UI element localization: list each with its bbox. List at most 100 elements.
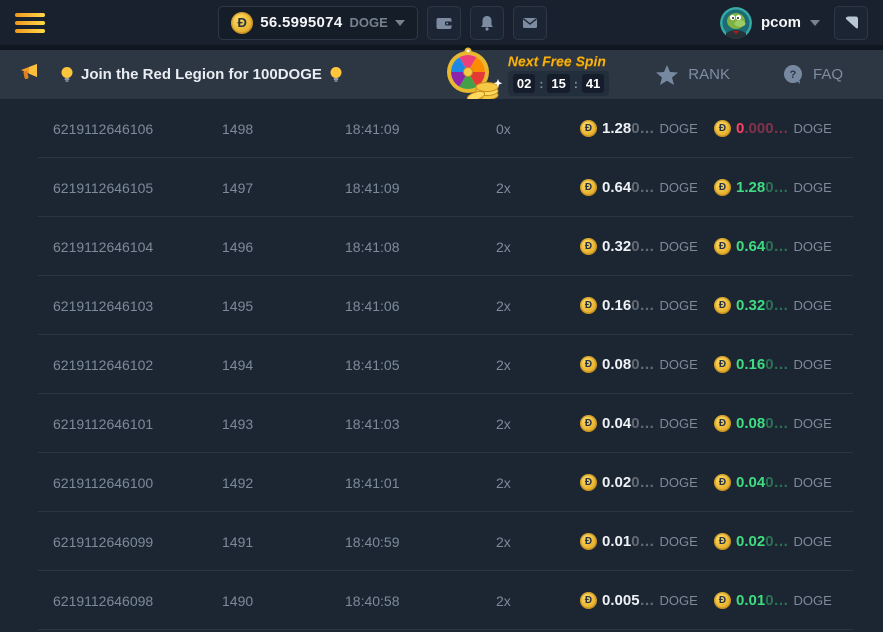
bet-id: 6219112646098: [53, 593, 222, 609]
bet-time: 18:41:09: [345, 180, 496, 196]
bet-row[interactable]: 6219112646106 1498 18:41:09 0x Ð 1.280… …: [0, 99, 883, 158]
balance-group: Ð 56.5995074 DOGE: [218, 6, 547, 40]
bet-amount-value: 0.32: [602, 238, 631, 255]
bet-time: 18:41:08: [345, 239, 496, 255]
wallet-icon: [435, 14, 453, 32]
bet-amount-value: 1.28: [602, 120, 631, 137]
chat-toggle-button[interactable]: [834, 6, 868, 40]
bet-id: 6219112646102: [53, 357, 222, 373]
bet-amount: Ð 0.080… DOGE: [580, 356, 714, 373]
prize-wheel-icon: [440, 45, 506, 104]
next-free-spin-label: Next Free Spin: [508, 53, 606, 69]
countdown-seconds: 41: [582, 74, 604, 93]
announcement-link[interactable]: Join the Red Legion for 100DOGE: [60, 66, 343, 84]
doge-coin-icon: Ð: [714, 415, 731, 432]
bet-multiplier: 2x: [496, 475, 580, 491]
wallet-button[interactable]: [427, 6, 461, 40]
bet-amount-trailing: 0…: [631, 297, 654, 314]
balance-amount: 56.5995074: [260, 14, 342, 31]
profit-amount-value: 0.64: [736, 238, 765, 255]
profit-amount-value: 0.04: [736, 474, 765, 491]
bet-time: 18:40:58: [345, 593, 496, 609]
bet-row[interactable]: 6219112646100 1492 18:41:01 2x Ð 0.020… …: [0, 453, 883, 512]
lightbulb-icon: [329, 66, 343, 84]
profit-amount-trailing: 0…: [765, 179, 788, 196]
user-menu[interactable]: pcom: [720, 7, 820, 39]
profit-amount: Ð 0.020… DOGE: [714, 533, 883, 550]
announcement-text: Join the Red Legion for 100DOGE: [81, 66, 322, 83]
bet-amount-value: 0.16: [602, 297, 631, 314]
profit-currency-label: DOGE: [794, 121, 832, 136]
countdown-minutes: 15: [547, 74, 569, 93]
hamburger-bar: [15, 29, 45, 33]
doge-coin-icon: Ð: [580, 356, 597, 373]
doge-coin-icon: Ð: [580, 592, 597, 609]
bet-time: 18:41:03: [345, 416, 496, 432]
balance-currency: DOGE: [349, 15, 387, 30]
free-spin-widget[interactable]: Next Free Spin 02 : 15 : 41: [440, 45, 609, 104]
chevron-down-icon: [395, 20, 405, 26]
bet-row[interactable]: 6219112646105 1497 18:41:09 2x Ð 0.640… …: [0, 158, 883, 217]
bet-currency-label: DOGE: [660, 593, 698, 608]
bet-time: 18:41:09: [345, 121, 496, 137]
bet-id: 6219112646101: [53, 416, 222, 432]
doge-coin-icon: Ð: [580, 238, 597, 255]
hamburger-menu-button[interactable]: [15, 13, 45, 33]
bet-nonce: 1490: [222, 593, 345, 609]
question-circle-icon: ?: [782, 64, 804, 86]
megaphone-icon: [16, 61, 40, 88]
bet-multiplier: 2x: [496, 298, 580, 314]
bet-amount-value: 0.08: [602, 356, 631, 373]
bet-amount-trailing: …: [640, 592, 655, 609]
bet-amount-trailing: 0…: [631, 415, 654, 432]
countdown-separator: :: [539, 77, 543, 91]
bet-currency-label: DOGE: [660, 475, 698, 490]
mail-icon: [521, 14, 539, 32]
doge-coin-icon: Ð: [714, 297, 731, 314]
rank-label: RANK: [688, 66, 730, 83]
bet-amount-value: 0.64: [602, 179, 631, 196]
hamburger-bar: [15, 13, 45, 17]
bet-amount: Ð 0.040… DOGE: [580, 415, 714, 432]
balance-selector[interactable]: Ð 56.5995074 DOGE: [218, 6, 418, 40]
profit-amount: Ð 0.080… DOGE: [714, 415, 883, 432]
bet-nonce: 1495: [222, 298, 345, 314]
doge-coin-icon: Ð: [580, 533, 597, 550]
bet-currency-label: DOGE: [660, 416, 698, 431]
doge-coin-icon: Ð: [714, 179, 731, 196]
bet-amount-trailing: 0…: [631, 356, 654, 373]
bet-row[interactable]: 6219112646098 1490 18:40:58 2x Ð 0.005… …: [0, 571, 883, 630]
bet-multiplier: 2x: [496, 357, 580, 373]
bet-multiplier: 2x: [496, 239, 580, 255]
faq-button[interactable]: ? FAQ: [782, 64, 843, 86]
bet-id: 6219112646099: [53, 534, 222, 550]
bet-amount-value: 0.02: [602, 474, 631, 491]
profit-amount: Ð 1.280… DOGE: [714, 179, 883, 196]
bet-row[interactable]: 6219112646101 1493 18:41:03 2x Ð 0.040… …: [0, 394, 883, 453]
countdown-separator: :: [574, 77, 578, 91]
bets-table: 6219112646106 1498 18:41:09 0x Ð 1.280… …: [0, 99, 883, 632]
messages-button[interactable]: [513, 6, 547, 40]
countdown-hours: 02: [513, 74, 535, 93]
bet-nonce: 1492: [222, 475, 345, 491]
profit-amount-trailing: .000…: [744, 120, 788, 137]
bet-row[interactable]: 6219112646102 1494 18:41:05 2x Ð 0.080… …: [0, 335, 883, 394]
bet-row[interactable]: 6219112646104 1496 18:41:08 2x Ð 0.320… …: [0, 217, 883, 276]
bet-time: 18:41:05: [345, 357, 496, 373]
profit-amount-trailing: 0…: [765, 533, 788, 550]
doge-coin-icon: Ð: [714, 120, 731, 137]
profit-currency-label: DOGE: [794, 357, 832, 372]
bet-nonce: 1493: [222, 416, 345, 432]
bet-row[interactable]: 6219112646103 1495 18:41:06 2x Ð 0.160… …: [0, 276, 883, 335]
notifications-button[interactable]: [470, 6, 504, 40]
bet-nonce: 1498: [222, 121, 345, 137]
bet-row[interactable]: 6219112646099 1491 18:40:59 2x Ð 0.010… …: [0, 512, 883, 571]
bet-amount-trailing: 0…: [631, 533, 654, 550]
bet-amount-trailing: 0…: [631, 474, 654, 491]
rank-button[interactable]: RANK: [655, 64, 730, 86]
bet-amount-trailing: 0…: [631, 120, 654, 137]
doge-coin-icon: Ð: [714, 474, 731, 491]
bell-icon: [478, 14, 496, 32]
bet-multiplier: 2x: [496, 534, 580, 550]
profit-amount-trailing: 0…: [765, 592, 788, 609]
